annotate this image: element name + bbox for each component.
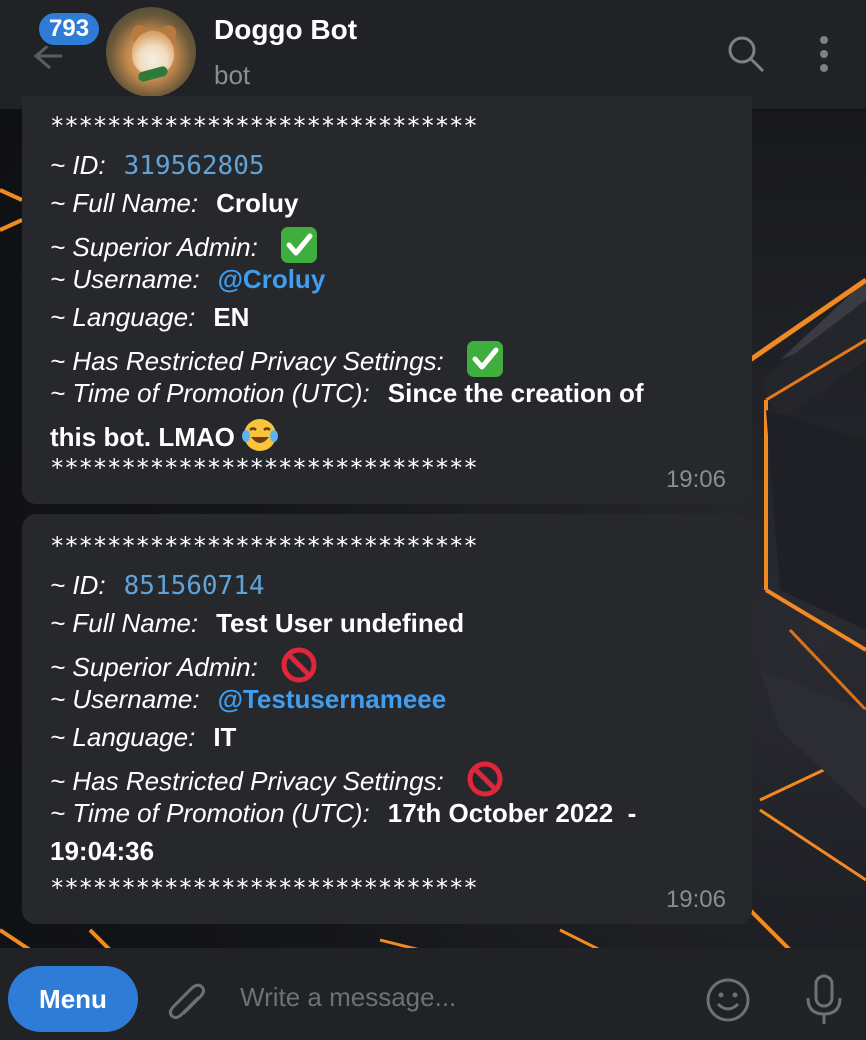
promotion-value: Since the creation of — [387, 378, 644, 408]
language-label: ~ Language: — [50, 722, 196, 752]
full-name-row: ~ Full Name: Croluy — [50, 188, 298, 219]
search-icon[interactable] — [726, 34, 766, 74]
check-mark-icon — [280, 226, 318, 264]
paperclip-icon[interactable] — [164, 978, 208, 1022]
avatar[interactable] — [106, 7, 196, 97]
superior-admin-label: ~ Superior Admin: — [50, 652, 258, 682]
promotion-row-continued: 19:04:36 — [50, 836, 154, 867]
message-time: 19:06 — [665, 466, 726, 493]
language-value: EN — [213, 302, 250, 332]
chat-header: 793 Doggo Bot bot — [0, 0, 866, 110]
separator-stars: ****************************** — [50, 112, 478, 140]
language-row: ~ Language: EN — [50, 302, 249, 333]
promotion-row-continued: this bot. LMAO — [50, 416, 279, 454]
privacy-label: ~ Has Restricted Privacy Settings: — [50, 346, 444, 376]
full-name-value: Croluy — [216, 188, 299, 218]
menu-button[interactable]: Menu — [8, 966, 138, 1032]
separator-stars: ****************************** — [50, 532, 478, 560]
username-link[interactable]: @Testusernameee — [218, 684, 447, 714]
chat-subtitle: bot — [214, 60, 251, 90]
message-bubble[interactable]: ****************************** ~ ID: 3195… — [22, 96, 752, 504]
laughing-tears-icon — [241, 416, 279, 454]
promotion-row: ~ Time of Promotion (UTC): 17th October 2… — [50, 798, 636, 829]
promotion-label: ~ Time of Promotion (UTC): — [50, 378, 370, 408]
username-row: ~ Username: @Testusernameee — [50, 684, 446, 715]
promotion-label: ~ Time of Promotion (UTC): — [50, 798, 370, 828]
chat-title[interactable]: Doggo Bot — [214, 14, 357, 46]
username-row: ~ Username: @Croluy — [50, 264, 325, 295]
emoji-smile-icon[interactable] — [704, 976, 752, 1024]
message-input[interactable] — [240, 970, 680, 1024]
microphone-icon[interactable] — [804, 974, 844, 1026]
id-label: ~ ID: — [50, 150, 106, 180]
language-row: ~ Language: IT — [50, 722, 236, 753]
superior-admin-label: ~ Superior Admin: — [50, 232, 258, 262]
check-mark-icon — [466, 340, 504, 378]
promotion-value: 17th October 2022 - — [387, 798, 637, 828]
language-value: IT — [213, 722, 237, 752]
privacy-row: ~ Has Restricted Privacy Settings: — [50, 340, 504, 378]
id-value[interactable]: 851560714 — [124, 571, 265, 601]
promotion-row: ~ Time of Promotion (UTC): Since the crea… — [50, 378, 644, 409]
full-name-value: Test User undefined — [216, 608, 465, 638]
privacy-label: ~ Has Restricted Privacy Settings: — [50, 766, 444, 796]
id-row: ~ ID: 319562805 — [50, 150, 265, 181]
full-name-row: ~ Full Name: Test User undefined — [50, 608, 464, 639]
username-label: ~ Username: — [50, 264, 200, 294]
more-vertical-icon[interactable] — [812, 34, 836, 74]
superior-admin-row: ~ Superior Admin: — [50, 646, 318, 684]
language-label: ~ Language: — [50, 302, 196, 332]
id-row: ~ ID: 851560714 — [50, 570, 265, 601]
message-bubble[interactable]: ****************************** ~ ID: 8515… — [22, 514, 752, 924]
full-name-label: ~ Full Name: — [50, 608, 199, 638]
full-name-label: ~ Full Name: — [50, 188, 199, 218]
promotion-value-cont: this bot. LMAO — [50, 422, 235, 452]
superior-admin-row: ~ Superior Admin: — [50, 226, 318, 264]
prohibited-icon — [466, 760, 504, 798]
id-label: ~ ID: — [50, 570, 106, 600]
username-label: ~ Username: — [50, 684, 200, 714]
username-link[interactable]: @Croluy — [218, 264, 326, 294]
unread-badge: 793 — [36, 10, 103, 48]
privacy-row: ~ Has Restricted Privacy Settings: — [50, 760, 504, 798]
promotion-value-cont: 19:04:36 — [50, 836, 155, 866]
separator-stars: ****************************** — [50, 874, 478, 902]
message-time: 19:06 — [665, 886, 726, 913]
prohibited-icon — [280, 646, 318, 684]
separator-stars: ****************************** — [50, 454, 478, 482]
id-value[interactable]: 319562805 — [124, 151, 265, 181]
